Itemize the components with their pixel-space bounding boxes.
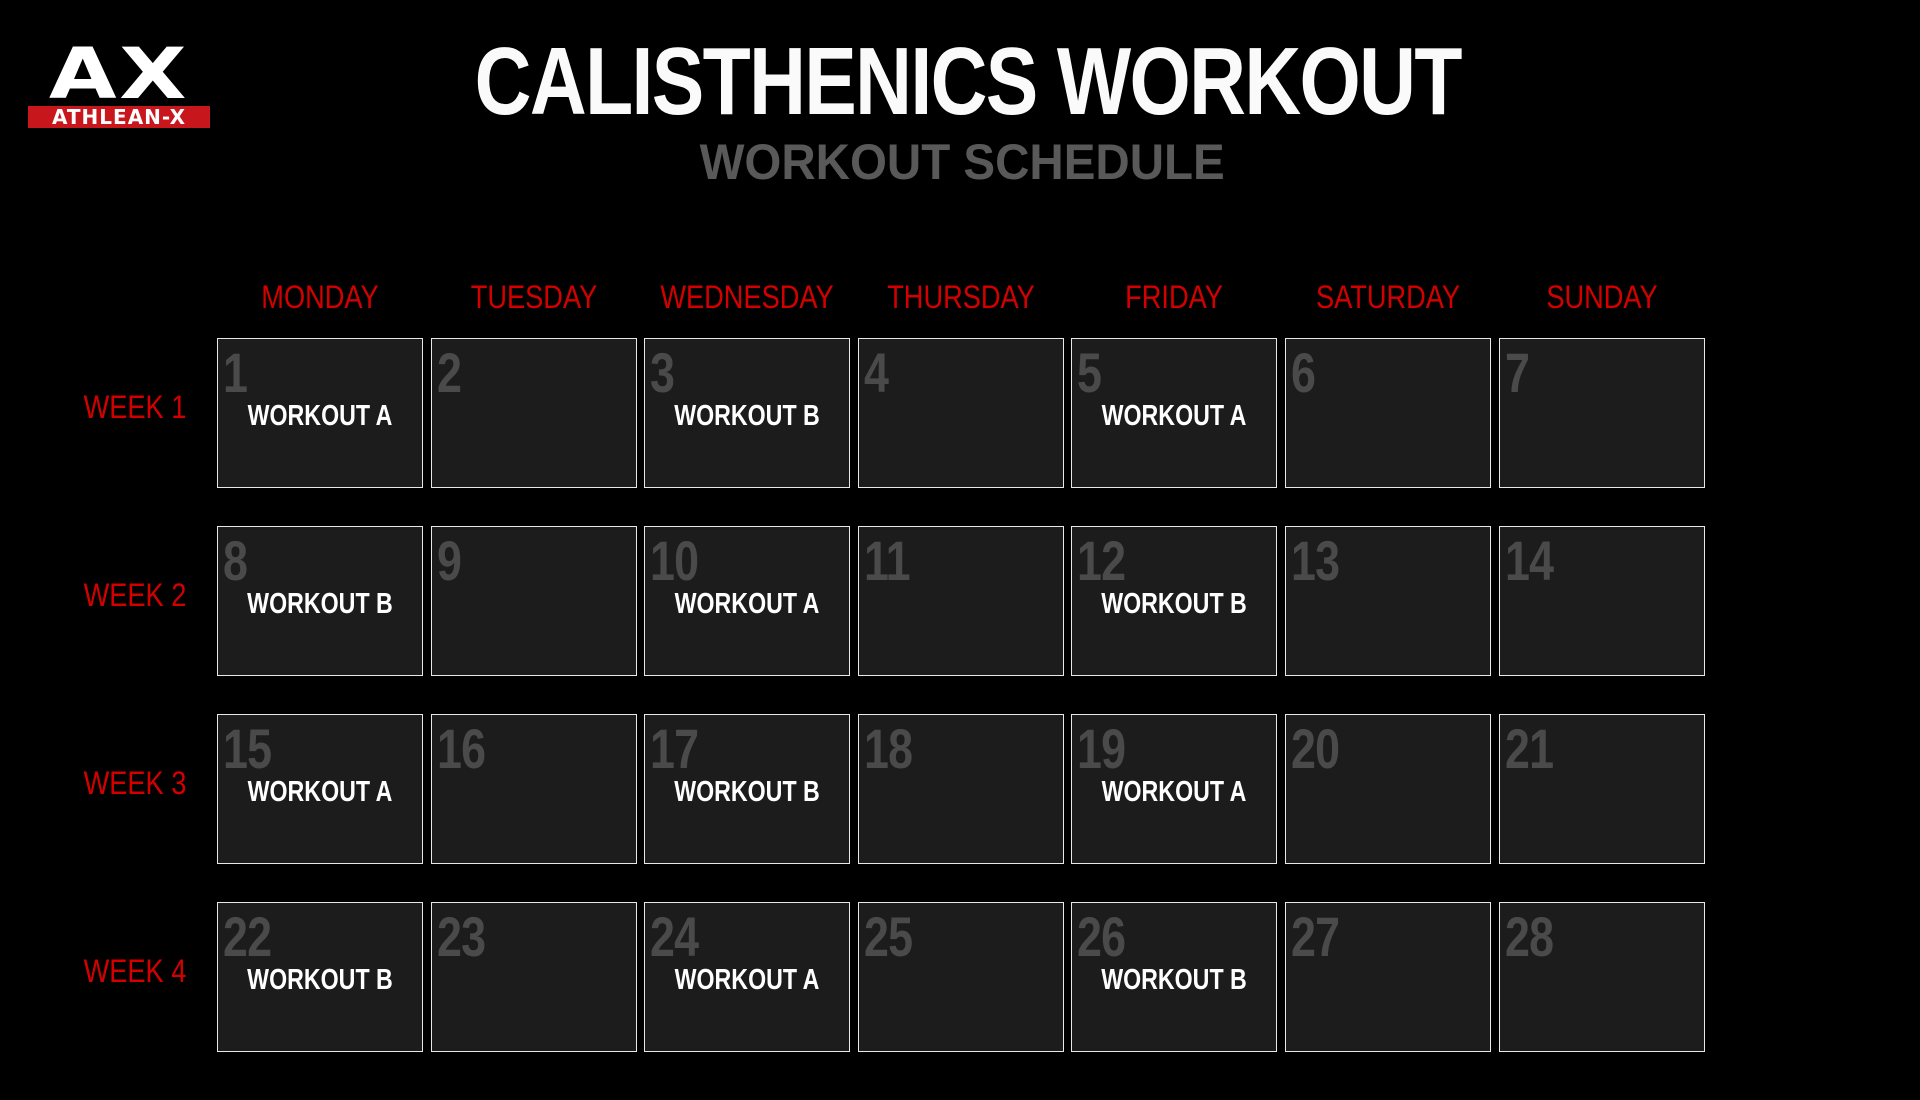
calendar-day-cell: 26 WORKOUT B <box>1071 902 1277 1052</box>
calendar-day-cell: 28 <box>1499 902 1705 1052</box>
calendar-day-cell: 1 WORKOUT A <box>217 338 423 488</box>
calendar-day-cell: 3 WORKOUT B <box>644 338 850 488</box>
day-number: 22 <box>223 905 272 968</box>
day-number: 13 <box>1291 529 1340 592</box>
calendar-day-cell: 21 <box>1499 714 1705 864</box>
workout-label: WORKOUT B <box>247 964 393 996</box>
day-number: 20 <box>1291 717 1340 780</box>
calendar-day-cell: 27 <box>1285 902 1491 1052</box>
day-number: 6 <box>1291 341 1316 404</box>
day-number: 19 <box>1077 717 1126 780</box>
calendar-day-cell: 10 WORKOUT A <box>644 526 850 676</box>
workout-label: WORKOUT A <box>1101 776 1247 808</box>
day-header: SUNDAY <box>1545 279 1658 315</box>
day-number: 15 <box>223 717 272 780</box>
day-header: WEDNESDAY <box>660 279 834 315</box>
calendar-day-cell: 8 WORKOUT B <box>217 526 423 676</box>
day-number: 14 <box>1505 529 1554 592</box>
day-number: 4 <box>864 341 889 404</box>
day-header: TUESDAY <box>470 279 597 315</box>
day-number: 10 <box>650 529 699 592</box>
day-number: 24 <box>650 905 699 968</box>
day-number: 17 <box>650 717 699 780</box>
page-subtitle: WORKOUT SCHEDULE <box>699 134 1225 190</box>
calendar-day-cell: 16 <box>431 714 637 864</box>
calendar-day-cell: 12 WORKOUT B <box>1071 526 1277 676</box>
calendar-day-cell: 6 <box>1285 338 1491 488</box>
calendar-day-cell: 7 <box>1499 338 1705 488</box>
day-header: MONDAY <box>261 279 379 315</box>
calendar-day-cell: 23 <box>431 902 637 1052</box>
workout-label: WORKOUT B <box>247 588 393 620</box>
day-number: 28 <box>1505 905 1554 968</box>
calendar-day-cell: 22 WORKOUT B <box>217 902 423 1052</box>
day-number: 26 <box>1077 905 1126 968</box>
calendar-day-cell: 19 WORKOUT A <box>1071 714 1277 864</box>
workout-label: WORKOUT A <box>247 776 393 808</box>
workout-label: WORKOUT A <box>1101 400 1247 432</box>
calendar-day-cell: 9 <box>431 526 637 676</box>
calendar-day-cell: 24 WORKOUT A <box>644 902 850 1052</box>
day-number: 18 <box>864 717 913 780</box>
workout-label: WORKOUT A <box>247 400 393 432</box>
day-number: 16 <box>437 717 486 780</box>
day-number: 23 <box>437 905 486 968</box>
workout-label: WORKOUT A <box>674 588 820 620</box>
calendar-day-cell: 18 <box>858 714 1064 864</box>
calendar-day-cell: 4 <box>858 338 1064 488</box>
week-label: WEEK 4 <box>83 953 187 989</box>
day-header: THURSDAY <box>886 279 1035 315</box>
day-number: 9 <box>437 529 462 592</box>
day-number: 2 <box>437 341 462 404</box>
week-label: WEEK 3 <box>83 765 187 801</box>
workout-label: WORKOUT B <box>674 776 820 808</box>
calendar-day-cell: 11 <box>858 526 1064 676</box>
calendar-day-cell: 25 <box>858 902 1064 1052</box>
calendar-day-cell: 2 <box>431 338 637 488</box>
calendar-day-cell: 17 WORKOUT B <box>644 714 850 864</box>
calendar-day-cell: 5 WORKOUT A <box>1071 338 1277 488</box>
workout-label: WORKOUT A <box>674 964 820 996</box>
workout-label: WORKOUT B <box>674 400 820 432</box>
workout-label: WORKOUT B <box>1101 588 1247 620</box>
calendar-day-cell: 13 <box>1285 526 1491 676</box>
day-number: 1 <box>223 341 248 404</box>
day-number: 3 <box>650 341 675 404</box>
day-header: SATURDAY <box>1315 279 1461 315</box>
workout-label: WORKOUT B <box>1101 964 1247 996</box>
day-number: 7 <box>1505 341 1530 404</box>
day-header: FRIDAY <box>1125 279 1224 315</box>
calendar-day-cell: 15 WORKOUT A <box>217 714 423 864</box>
week-label: WEEK 2 <box>83 577 187 613</box>
week-label: WEEK 1 <box>83 389 187 425</box>
day-number: 27 <box>1291 905 1340 968</box>
page-title: CALISTHENICS WORKOUT <box>474 28 1463 135</box>
day-number: 21 <box>1505 717 1554 780</box>
day-number: 25 <box>864 905 913 968</box>
day-number: 12 <box>1077 529 1126 592</box>
day-number: 5 <box>1077 341 1102 404</box>
calendar-day-cell: 20 <box>1285 714 1491 864</box>
calendar-day-cell: 14 <box>1499 526 1705 676</box>
day-number: 8 <box>223 529 248 592</box>
day-number: 11 <box>864 529 911 592</box>
